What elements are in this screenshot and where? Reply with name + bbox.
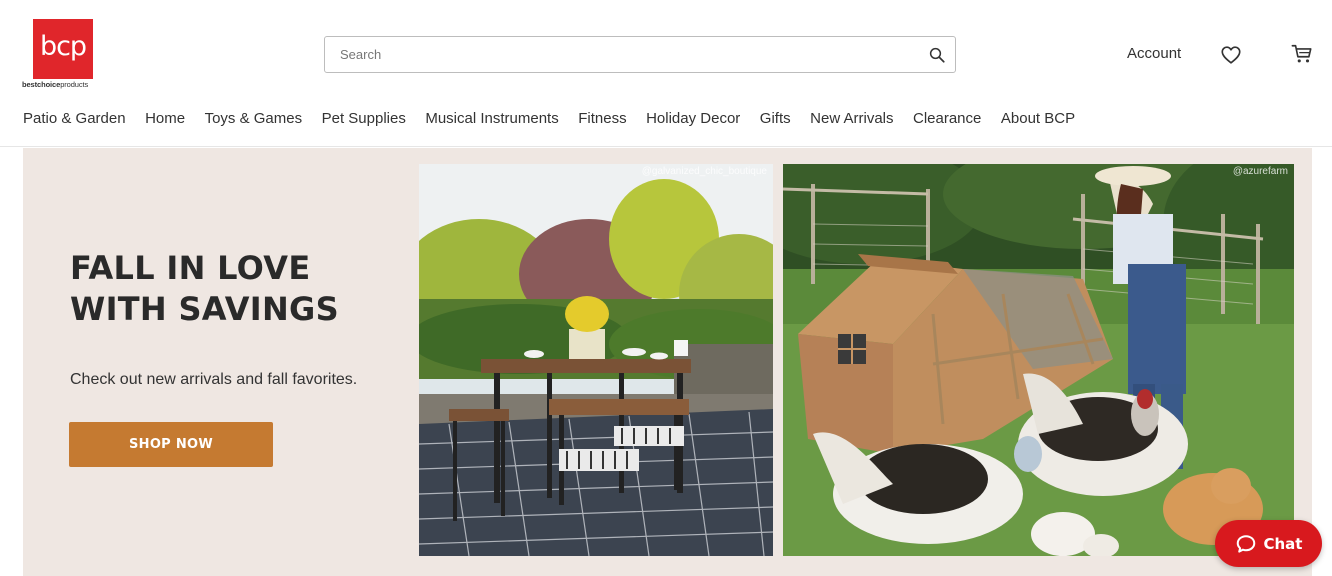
nav-item-toys-games[interactable]: Toys & Games bbox=[205, 110, 303, 130]
chat-bubble-icon bbox=[1236, 534, 1255, 553]
chicken-coop-illustration bbox=[783, 164, 1294, 556]
logo-mark: bcp bbox=[33, 19, 93, 79]
heart-icon[interactable] bbox=[1220, 44, 1242, 66]
hero-title-line-1: FALL IN LOVE bbox=[70, 249, 311, 287]
chat-label: Chat bbox=[1263, 534, 1303, 553]
nav-item-fitness[interactable]: Fitness bbox=[578, 110, 626, 130]
cart-icon[interactable] bbox=[1291, 43, 1313, 65]
logo-wordmark-bold: bestchoice bbox=[22, 80, 61, 89]
search-input[interactable] bbox=[325, 37, 915, 72]
chicken-coop-photo[interactable]: @azurefarm bbox=[783, 164, 1294, 556]
patio-dining-illustration bbox=[419, 164, 773, 556]
hero-title-line-2: WITH SAVINGS bbox=[70, 290, 339, 328]
logo-wordmark: bestchoiceproducts bbox=[22, 80, 106, 89]
nav-item-gifts[interactable]: Gifts bbox=[760, 110, 791, 130]
account-link[interactable]: Account bbox=[1127, 45, 1181, 62]
nav-item-pet-supplies[interactable]: Pet Supplies bbox=[322, 110, 406, 130]
main-nav: Patio & Garden Home Toys & Games Pet Sup… bbox=[23, 110, 1095, 130]
shop-now-button[interactable]: SHOP NOW bbox=[69, 422, 273, 467]
nav-item-clearance[interactable]: Clearance bbox=[913, 110, 981, 130]
bcp-logo[interactable]: bcp bestchoiceproducts bbox=[22, 19, 106, 91]
nav-item-new-arrivals[interactable]: New Arrivals bbox=[810, 110, 893, 130]
photo-credit: @galvanized_chic_boutique bbox=[641, 166, 767, 177]
hero-subtitle: Check out new arrivals and fall favorite… bbox=[70, 371, 358, 388]
nav-item-about-bcp[interactable]: About BCP bbox=[1001, 110, 1075, 130]
hero-title: FALL IN LOVE WITH SAVINGS bbox=[70, 248, 390, 330]
search-bar bbox=[324, 36, 956, 73]
hero-banner: FALL IN LOVE WITH SAVINGS Check out new … bbox=[23, 148, 1312, 576]
nav-item-holiday-decor[interactable]: Holiday Decor bbox=[646, 110, 740, 130]
nav-item-patio-garden[interactable]: Patio & Garden bbox=[23, 110, 126, 130]
chat-button[interactable]: Chat bbox=[1215, 520, 1322, 567]
nav-item-home[interactable]: Home bbox=[145, 110, 185, 130]
patio-dining-photo[interactable]: @galvanized_chic_boutique bbox=[419, 164, 773, 556]
nav-item-musical-instruments[interactable]: Musical Instruments bbox=[425, 110, 558, 130]
photo-credit: @azurefarm bbox=[1232, 166, 1288, 177]
site-header: bcp bestchoiceproducts Account Patio & G… bbox=[0, 0, 1332, 147]
logo-wordmark-rest: products bbox=[60, 80, 89, 89]
search-icon[interactable] bbox=[928, 46, 946, 64]
